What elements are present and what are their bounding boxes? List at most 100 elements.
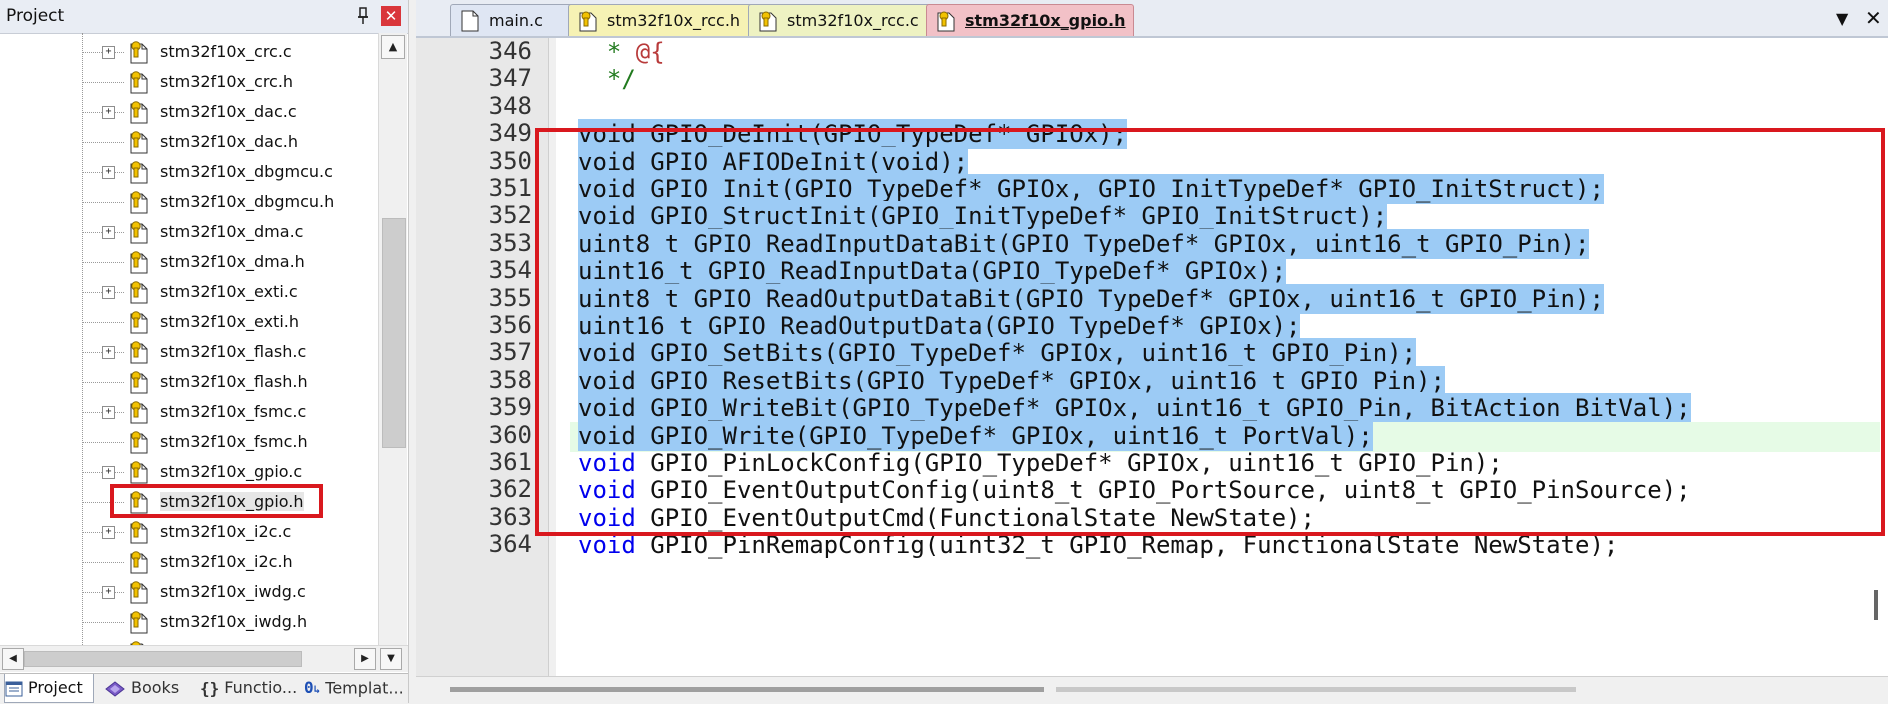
code-line[interactable]: uint8_t GPIO_ReadOutputDataBit(GPIO_Type…	[578, 283, 1604, 314]
tree-item[interactable]: + stm32f10x_flash.c	[0, 337, 378, 367]
tree-item[interactable]: stm32f10x_flash.h	[0, 367, 378, 397]
close-icon[interactable]: ✕	[381, 6, 401, 26]
tree-item[interactable]: + stm32f10x_i2c.c	[0, 517, 378, 547]
tree-item[interactable]: stm32f10x_i2c.h	[0, 547, 378, 577]
scroll-thumb[interactable]	[382, 218, 406, 448]
tab-books[interactable]: Books	[104, 674, 179, 702]
vertical-scroll-indicator[interactable]	[1874, 590, 1878, 620]
project-horizontal-scrollbar[interactable]: ◀ ▶ ▼	[0, 645, 408, 672]
doc-tag: @{	[635, 38, 665, 66]
code-line[interactable]: void GPIO_SetBits(GPIO_TypeDef* GPIOx, u…	[578, 338, 1417, 369]
line-number: 348	[488, 91, 532, 120]
tree-item[interactable]: + stm32f10x_dbgmcu.c	[0, 157, 378, 187]
code-line[interactable]: * @{	[578, 37, 665, 67]
tab-project[interactable]: Project	[4, 674, 94, 703]
expand-icon[interactable]: +	[102, 466, 115, 479]
tree-item[interactable]: +stm32f10x_...	[0, 637, 378, 645]
editor-horizontal-scrollbar[interactable]	[416, 676, 1888, 704]
expand-icon[interactable]: +	[102, 586, 115, 599]
code-line[interactable]: void GPIO_StructInit(GPIO_InitTypeDef* G…	[578, 201, 1388, 232]
locked-file-icon	[130, 161, 148, 184]
tree-item-label: stm32f10x_dbgmcu.c	[160, 162, 333, 181]
expand-icon[interactable]: +	[102, 166, 115, 179]
code-line[interactable]: */	[578, 64, 636, 94]
code-line[interactable]: uint16_t GPIO_ReadOutputData(GPIO_TypeDe…	[578, 311, 1301, 341]
tree-item[interactable]: + stm32f10x_fsmc.c	[0, 397, 378, 427]
code-line[interactable]: void GPIO_Write(GPIO_TypeDef* GPIOx, uin…	[578, 420, 1373, 451]
code-line[interactable]: uint8_t GPIO_ReadInputDataBit(GPIO_TypeD…	[578, 228, 1590, 259]
keyword: void	[578, 120, 636, 149]
tree-item[interactable]: stm32f10x_dma.h	[0, 247, 378, 277]
locked-file-icon	[130, 311, 148, 334]
keyword: void	[578, 175, 636, 203]
code-line[interactable]: void GPIO_ResetBits(GPIO_TypeDef* GPIOx,…	[578, 365, 1445, 396]
locked-file-icon	[759, 11, 777, 32]
annotation-highlight-box	[110, 484, 323, 518]
scroll-left-button[interactable]: ◀	[2, 648, 24, 670]
code-line[interactable]: void GPIO_EventOutputCmd(FunctionalState…	[578, 503, 1315, 533]
code-line[interactable]: uint16_t GPIO_ReadInputData(GPIO_TypeDef…	[578, 256, 1287, 287]
line-number: 354	[488, 256, 532, 285]
tree-item[interactable]: + stm32f10x_dac.c	[0, 97, 378, 127]
keyword: void	[578, 202, 636, 231]
tab-stm32f10x-rcc-c[interactable]: stm32f10x_rcc.c	[748, 4, 936, 36]
scroll-right-button[interactable]: ▶	[354, 648, 376, 670]
tree-item[interactable]: stm32f10x_dbgmcu.h	[0, 187, 378, 217]
tree-item[interactable]: + stm32f10x_gpio.c	[0, 457, 378, 487]
code-area[interactable]: * @{ */ void GPIO_DeInit(GPIO_TypeDef* GP…	[570, 38, 1888, 676]
horizontal-scroll-thumb[interactable]	[24, 651, 302, 667]
tab-main-c[interactable]: main.c	[450, 4, 576, 36]
editor-scroll-thumb[interactable]	[450, 687, 1044, 692]
expand-icon[interactable]: +	[102, 286, 115, 299]
tree-item[interactable]: stm32f10x_fsmc.h	[0, 427, 378, 457]
keyword: uint16_t	[578, 312, 694, 340]
line-number: 357	[488, 338, 532, 367]
keyword: void	[578, 503, 636, 532]
keyword: uint8_t	[578, 284, 680, 313]
code-line[interactable]: void GPIO_PinLockConfig(GPIO_TypeDef* GP…	[578, 448, 1503, 478]
locked-file-icon	[130, 581, 148, 604]
locked-file-icon	[130, 131, 148, 154]
tab-stm32f10x-gpio-h[interactable]: stm32f10x_gpio.h	[926, 4, 1134, 36]
scroll-up-button[interactable]: ▲	[381, 35, 405, 59]
tab-templates[interactable]: 0↳ Templat...	[304, 674, 404, 702]
tree-item-label: stm32f10x_dma.h	[160, 252, 305, 271]
tree-item[interactable]: stm32f10x_iwdg.h	[0, 607, 378, 637]
tree-item[interactable]: stm32f10x_exti.h	[0, 307, 378, 337]
pin-icon[interactable]	[356, 7, 370, 25]
tree-item-label: stm32f10x_fsmc.h	[160, 432, 308, 451]
locked-file-icon	[130, 251, 148, 274]
code-line[interactable]: void GPIO_Init(GPIO_TypeDef* GPIOx, GPIO…	[578, 174, 1604, 204]
tab-stm32f10x-rcc-h[interactable]: stm32f10x_rcc.h	[568, 4, 760, 36]
tree-branch-line	[82, 562, 124, 563]
expand-icon[interactable]: +	[102, 346, 115, 359]
tree-item[interactable]: + stm32f10x_crc.c	[0, 37, 378, 67]
code-line[interactable]: void GPIO_WriteBit(GPIO_TypeDef* GPIOx, …	[578, 393, 1691, 424]
line-number: 353	[488, 228, 532, 257]
expand-icon[interactable]: +	[102, 106, 115, 119]
keyword: uint16_t	[578, 257, 694, 286]
scroll-down-button[interactable]: ▼	[380, 648, 402, 670]
project-bottom-tabs: Project Books {} Functio... 0↳ Templat...	[0, 673, 408, 704]
tab-list-dropdown-icon[interactable]: ▼	[1836, 9, 1848, 28]
tree-item[interactable]: + stm32f10x_dma.c	[0, 217, 378, 247]
keyword: void	[578, 394, 636, 423]
expand-icon[interactable]: +	[102, 46, 115, 59]
expand-icon[interactable]: +	[102, 226, 115, 239]
books-icon	[105, 680, 125, 697]
code-line[interactable]: void GPIO_PinRemapConfig(uint32_t GPIO_R…	[578, 530, 1618, 560]
tree-item[interactable]: stm32f10x_dac.h	[0, 127, 378, 157]
project-panel-title: Project	[6, 6, 65, 26]
code-line[interactable]: void GPIO_EventOutputConfig(uint8_t GPIO…	[578, 475, 1691, 505]
close-tab-icon[interactable]: ✕	[1865, 6, 1882, 30]
locked-file-icon	[130, 341, 148, 364]
tree-item[interactable]: stm32f10x_crc.h	[0, 67, 378, 97]
code-line[interactable]: void GPIO_DeInit(GPIO_TypeDef* GPIOx);	[578, 119, 1128, 150]
tree-item[interactable]: + stm32f10x_iwdg.c	[0, 577, 378, 607]
tab-functions[interactable]: {} Functio...	[200, 674, 297, 702]
project-vertical-scrollbar[interactable]: ▲	[378, 33, 407, 645]
code-line[interactable]: void GPIO_AFIODeInit(void);	[578, 146, 969, 177]
tree-item[interactable]: + stm32f10x_exti.c	[0, 277, 378, 307]
expand-icon[interactable]: +	[102, 526, 115, 539]
expand-icon[interactable]: +	[102, 406, 115, 419]
